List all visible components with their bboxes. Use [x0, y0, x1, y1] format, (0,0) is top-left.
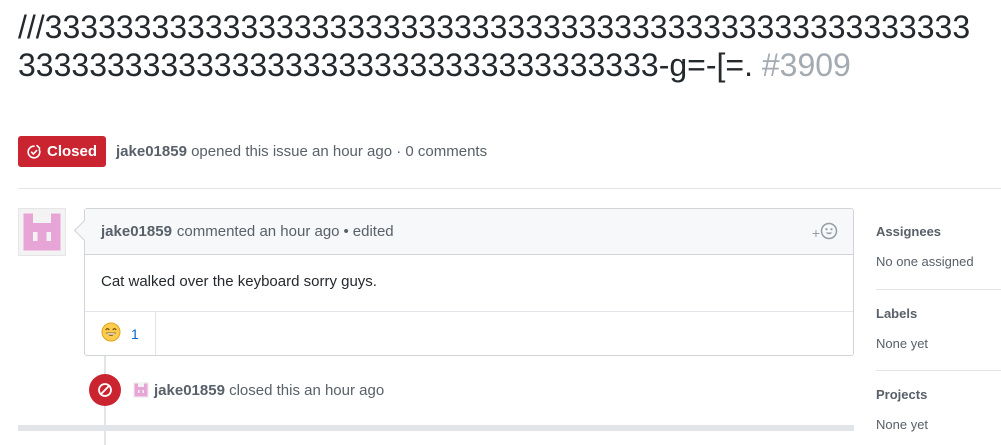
status-badge-label: Closed — [47, 143, 98, 160]
sidebar-assignees[interactable]: Assignees No one assigned — [876, 208, 1001, 289]
issue-author-link[interactable]: jake01859 — [116, 143, 187, 160]
issue-sidebar: Assignees No one assigned Labels None ye… — [876, 208, 1001, 445]
event-author-link[interactable]: jake01859 — [154, 382, 225, 399]
issue-number: #3909 — [761, 47, 851, 83]
event-description: closed this an hour ago — [229, 381, 385, 399]
sidebar-value: None yet — [876, 417, 929, 432]
sidebar-value: None yet — [876, 336, 929, 351]
reaction-button[interactable]: 1 — [85, 312, 156, 355]
event-text: jake01859 closed this an hour ago — [154, 382, 384, 399]
circle-slash-icon — [89, 374, 121, 406]
comment-header: jake01859 commented an hour ago • edited… — [85, 209, 853, 255]
add-reaction-button[interactable]: + — [812, 222, 838, 243]
reaction-count: 1 — [131, 325, 139, 342]
issue-meta: Closed jake01859 opened this issue an ho… — [18, 136, 487, 167]
issue-title: ///3333333333333333333333333333333333333… — [18, 8, 978, 84]
smile-emoji-icon — [101, 322, 121, 345]
sidebar-value: No one assigned — [876, 254, 974, 269]
comment-edited-link[interactable]: edited — [353, 223, 394, 240]
sidebar-heading: Labels — [876, 306, 918, 321]
comment-body: Cat walked over the keyboard sorry guys. — [101, 273, 377, 290]
smiley-icon — [820, 222, 838, 243]
comment-author-link[interactable]: jake01859 — [101, 223, 172, 240]
header-divider — [18, 188, 1001, 189]
status-badge: Closed — [18, 136, 107, 167]
timeline-divider — [18, 425, 854, 431]
closed-event: jake01859 closed this an hour ago — [89, 374, 384, 406]
issue-closed-icon — [26, 144, 42, 160]
comment-separator: • — [343, 223, 349, 240]
sidebar-projects[interactable]: Projects None yet — [876, 370, 1001, 445]
sidebar-heading: Projects — [876, 387, 928, 402]
comment-timestamp[interactable]: commented an hour ago — [177, 223, 340, 240]
reactions-bar: 1 — [85, 311, 853, 355]
comment: jake01859 commented an hour ago • edited… — [84, 208, 854, 356]
sidebar-labels[interactable]: Labels None yet — [876, 289, 1001, 370]
issue-meta-text: jake01859 opened this issue an hour ago … — [116, 143, 487, 160]
avatar[interactable] — [18, 208, 66, 256]
sidebar-heading: Assignees — [876, 224, 942, 239]
issue-meta-details: opened this issue an hour ago · 0 commen… — [191, 143, 488, 160]
event-avatar[interactable] — [133, 382, 149, 398]
plus-label: + — [811, 224, 820, 241]
